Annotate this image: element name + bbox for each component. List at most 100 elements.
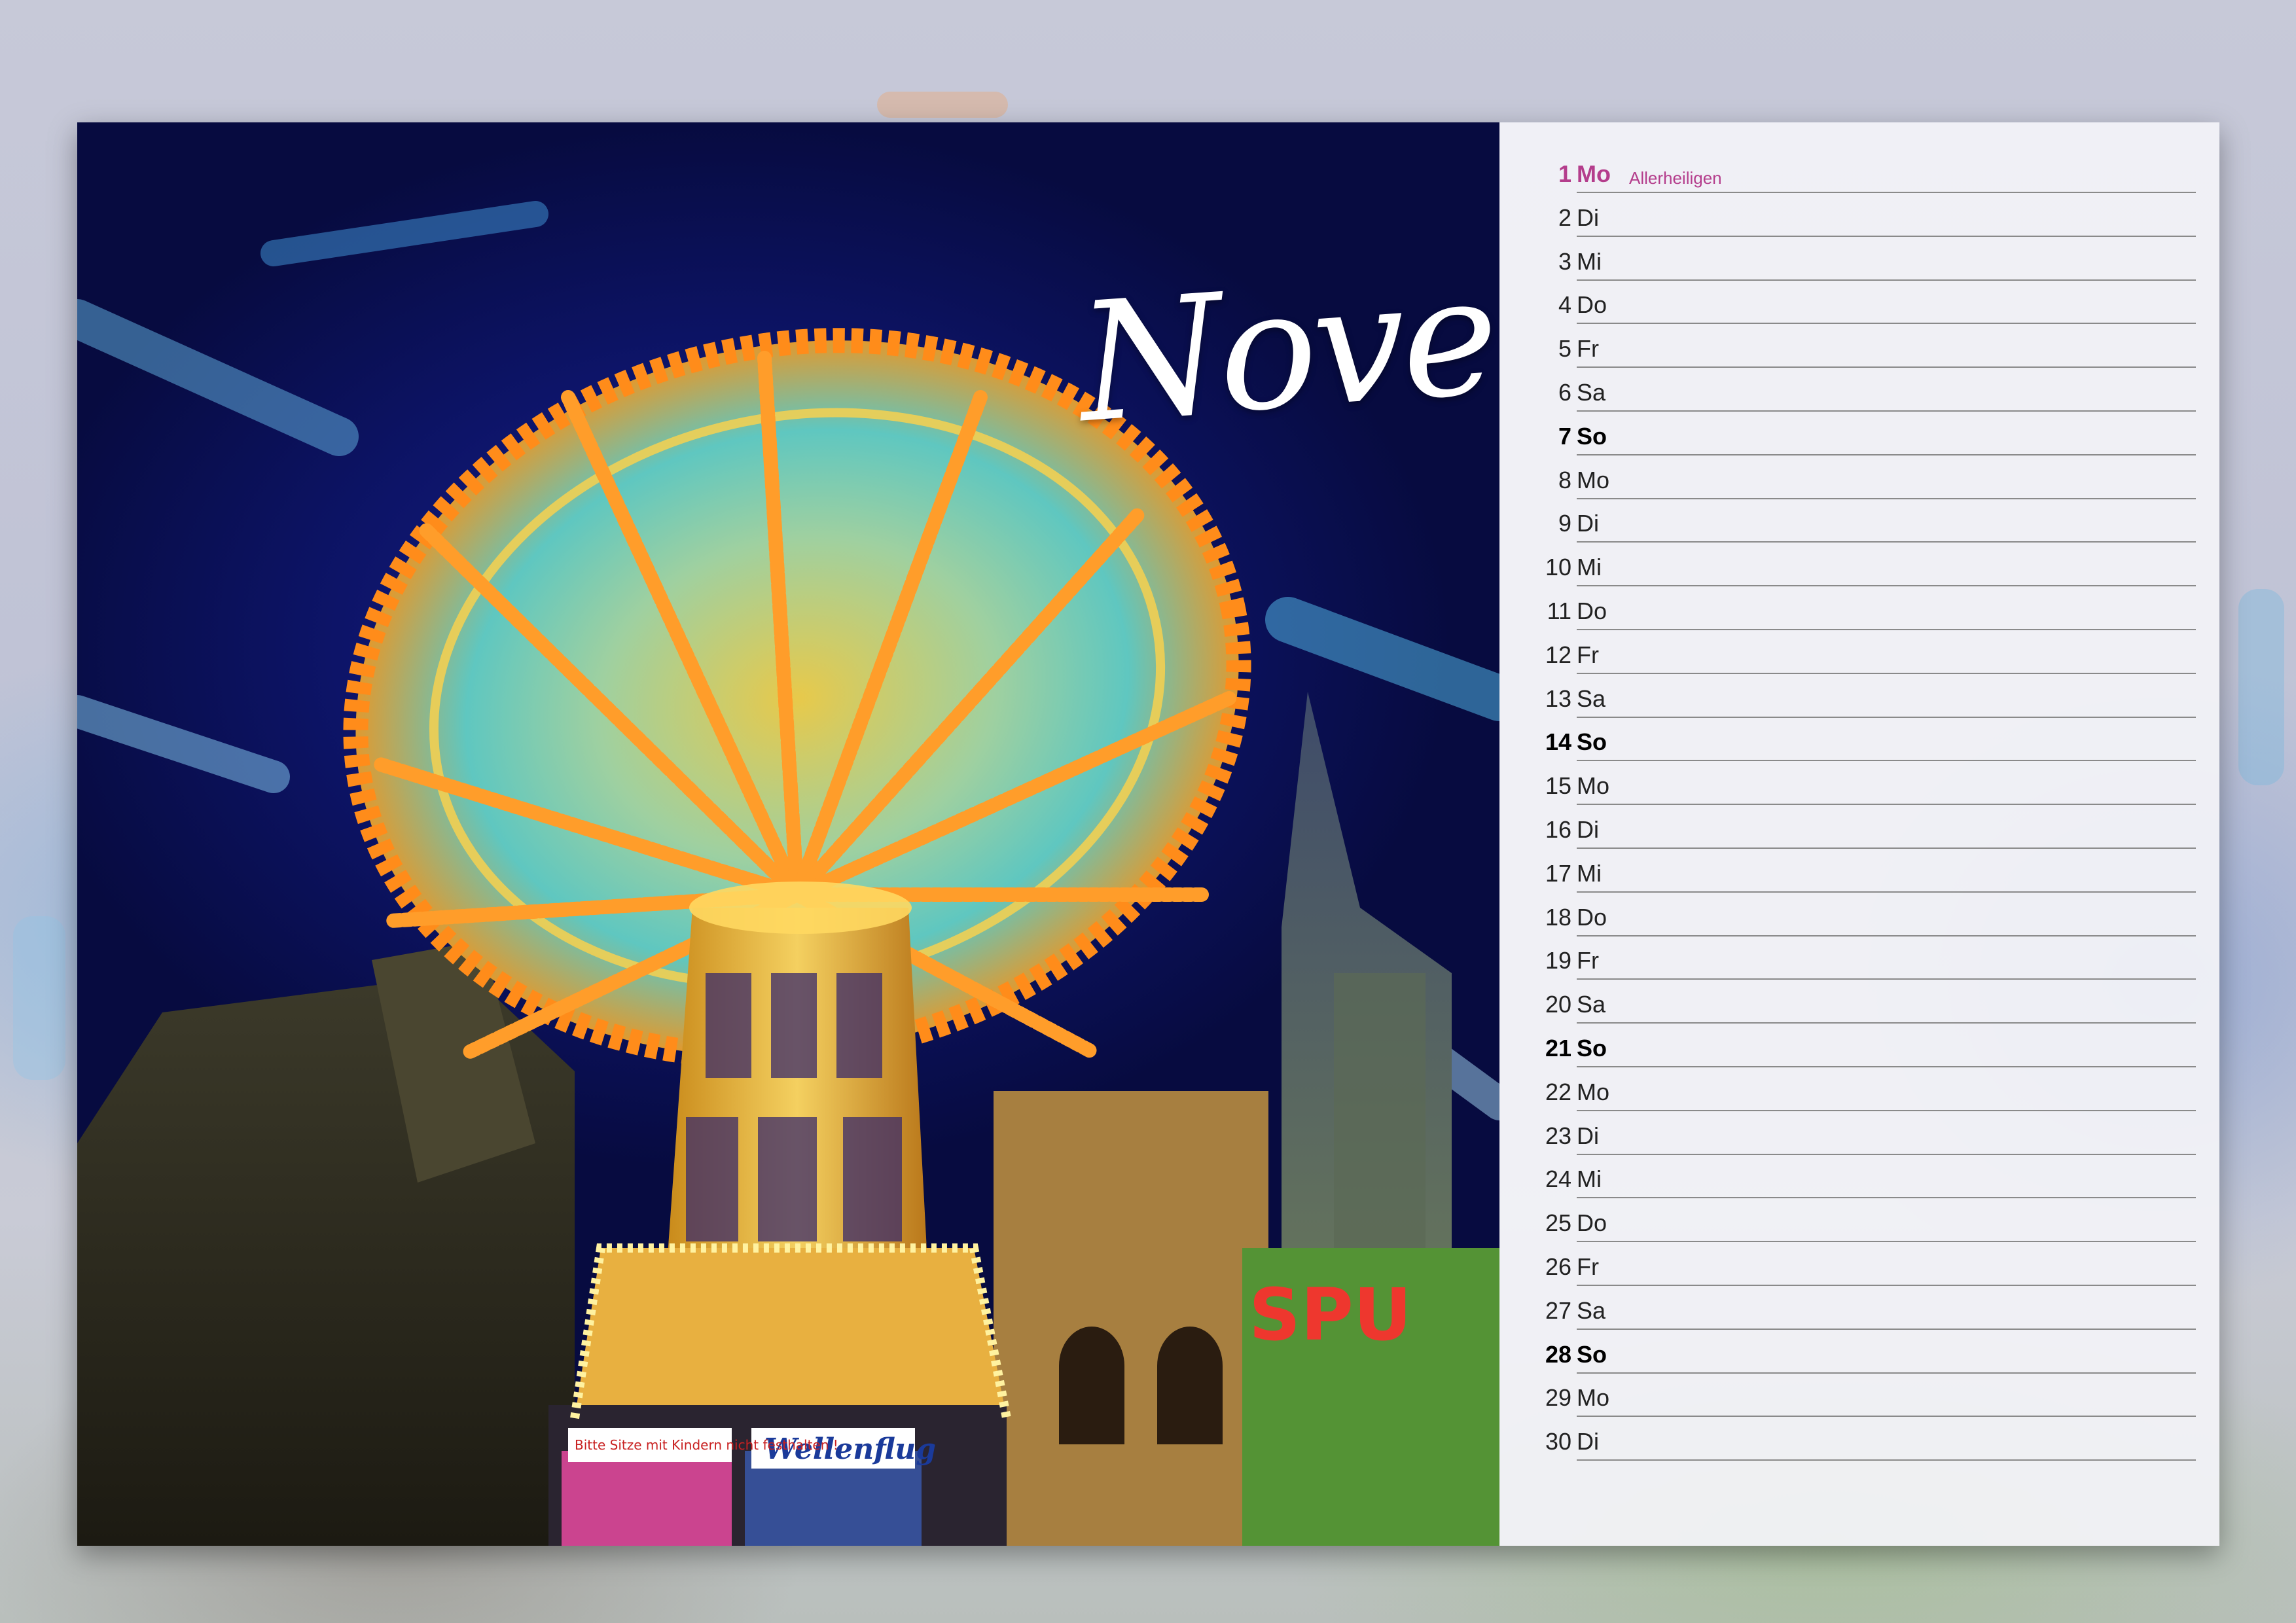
day-number: 22 [1545, 1078, 1571, 1105]
weekday-label: Mo [1577, 772, 1610, 800]
day-row: 10 Mi [1499, 542, 2219, 587]
day-number: 25 [1545, 1209, 1571, 1237]
weekday-label: Do [1577, 1209, 1607, 1237]
background-blur-light [877, 92, 1008, 118]
weekday-label: Di [1577, 815, 1599, 843]
day-number: 13 [1545, 685, 1571, 712]
day-row: 29 Mo [1499, 1372, 2219, 1418]
weekday-label: Fr [1577, 947, 1599, 974]
day-number: 10 [1545, 554, 1571, 581]
day-number: 1 [1558, 160, 1571, 187]
day-row: 6 Sa [1499, 367, 2219, 412]
holiday-label: Allerheiligen [1629, 168, 1722, 188]
carousel-base [575, 1248, 1007, 1418]
day-number: 29 [1545, 1384, 1571, 1412]
day-row: 22 Mo [1499, 1067, 2219, 1111]
day-number: 14 [1545, 728, 1571, 756]
day-number: 26 [1545, 1253, 1571, 1280]
weekday-label: Sa [1577, 1296, 1606, 1324]
day-row: 18 Do [1499, 892, 2219, 936]
weekday-label: So [1577, 1034, 1607, 1061]
day-number: 3 [1558, 247, 1571, 275]
day-row: 9 Di [1499, 498, 2219, 543]
day-row: 5 Fr [1499, 323, 2219, 368]
weekday-label: Fr [1577, 1253, 1599, 1280]
day-number: 30 [1545, 1428, 1571, 1455]
day-number: 11 [1547, 597, 1571, 624]
weekday-label: Di [1577, 510, 1599, 537]
weekday-label: Do [1577, 597, 1607, 624]
calendar-days-panel: 1 Mo Allerheiligen 2 Di 3 Mi 4 Do 5 Fr 6 Sa 7 So 8 Mo 9 Di… [1499, 122, 2219, 1546]
day-row: 8 Mo [1499, 455, 2219, 499]
day-list: 1 Mo Allerheiligen 2 Di 3 Mi 4 Do 5 Fr 6 Sa 7 So 8 Mo 9 Di… [1499, 149, 2219, 1461]
day-row: 25 Do [1499, 1198, 2219, 1243]
day-row: 19 Fr [1499, 935, 2219, 980]
weekday-label: Sa [1577, 685, 1606, 712]
day-row: 3 Mi [1499, 236, 2219, 281]
day-number: 9 [1558, 510, 1571, 537]
day-number: 27 [1545, 1296, 1571, 1324]
weekday-label: Di [1577, 1122, 1599, 1149]
day-row: 7 So [1499, 411, 2219, 455]
day-row: 15 Mo [1499, 760, 2219, 806]
day-number: 2 [1558, 204, 1571, 231]
day-number: 28 [1545, 1340, 1571, 1368]
day-number: 23 [1545, 1122, 1571, 1149]
weekday-label: Mi [1577, 859, 1602, 887]
note-line [1577, 1459, 2196, 1461]
day-row: 27 Sa [1499, 1285, 2219, 1330]
weekday-label: Mo [1577, 1384, 1610, 1412]
day-row: 23 Di [1499, 1111, 2219, 1155]
weekday-label: Di [1577, 1428, 1599, 1455]
weekday-label: Di [1577, 204, 1599, 231]
weekday-label: Mi [1577, 1166, 1602, 1193]
weekday-label: So [1577, 728, 1607, 756]
day-row: 11 Do [1499, 586, 2219, 630]
carousel-photo: SPU Wellenflug Bitte Sitze mit Kindern n… [77, 122, 1499, 1546]
ticket-booth-window [562, 1451, 732, 1546]
day-number: 15 [1545, 772, 1571, 800]
day-row: 16 Di [1499, 804, 2219, 849]
day-number: 21 [1545, 1034, 1571, 1061]
day-number: 5 [1558, 335, 1571, 363]
weekday-label: Mi [1577, 554, 1602, 581]
day-row: 26 Fr [1499, 1241, 2219, 1286]
calendar-sheet: SPU Wellenflug Bitte Sitze mit Kindern n… [77, 122, 2219, 1546]
weekday-label: Sa [1577, 991, 1606, 1018]
day-row: 30 Di [1499, 1416, 2219, 1461]
day-row: 14 So [1499, 717, 2219, 762]
weekday-label: Mo [1577, 466, 1610, 493]
day-row: 20 Sa [1499, 979, 2219, 1024]
weekday-label: Mo [1577, 1078, 1610, 1105]
day-row: 24 Mi [1499, 1154, 2219, 1199]
weekday-label: Fr [1577, 335, 1599, 363]
day-number: 7 [1558, 422, 1571, 450]
day-number: 12 [1545, 641, 1571, 668]
svg-text:SPU: SPU [1249, 1273, 1412, 1357]
day-row: 17 Mi [1499, 848, 2219, 893]
day-row: 4 Do [1499, 279, 2219, 325]
day-number: 18 [1545, 903, 1571, 931]
background-blur-light [2238, 589, 2284, 785]
day-number: 16 [1545, 815, 1571, 843]
weekday-label: So [1577, 1340, 1607, 1368]
day-number: 8 [1558, 466, 1571, 493]
day-number: 17 [1545, 859, 1571, 887]
weekday-label: So [1577, 422, 1607, 450]
weekday-label: Fr [1577, 641, 1599, 668]
weekday-label: Do [1577, 903, 1607, 931]
day-row: 2 Di [1499, 192, 2219, 237]
notice-sign-text: Bitte Sitze mit Kindern nicht festhalten… [575, 1437, 838, 1453]
day-row: 1 Mo Allerheiligen [1499, 149, 2219, 193]
day-row: 13 Sa [1499, 673, 2219, 718]
day-number: 24 [1545, 1166, 1571, 1193]
day-number: 20 [1545, 991, 1571, 1018]
day-row: 28 So [1499, 1329, 2219, 1374]
day-row: 21 So [1499, 1023, 2219, 1067]
day-row: 12 Fr [1499, 630, 2219, 674]
background-blur-light [13, 916, 65, 1080]
weekday-label: Do [1577, 291, 1607, 319]
weekday-label: Mo [1577, 160, 1611, 187]
day-number: 19 [1545, 947, 1571, 974]
weekday-label: Mi [1577, 247, 1602, 275]
